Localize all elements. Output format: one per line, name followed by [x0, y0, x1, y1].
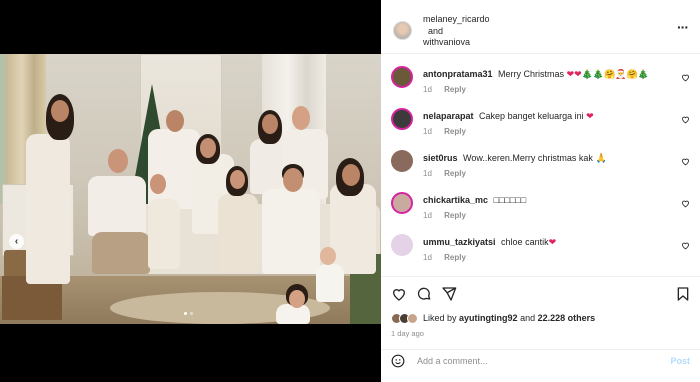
comment-body: □□□□□□ — [493, 195, 527, 205]
author-avatar[interactable] — [393, 21, 412, 40]
comment-body: Merry Christmas — [498, 69, 565, 79]
heart-icon[interactable] — [391, 286, 407, 302]
comment-meta: 1d Reply — [423, 169, 466, 178]
post-button[interactable]: Post — [670, 356, 690, 366]
commenter-avatar[interactable] — [391, 66, 413, 88]
heart-icon[interactable] — [681, 73, 690, 82]
comment-item: siet0rus Wow..keren.Merry christmas kak … — [381, 142, 700, 184]
add-comment-bar: Post — [381, 349, 700, 371]
paper-plane-icon[interactable] — [441, 286, 457, 302]
comment-age: 1d — [423, 127, 432, 136]
comment-age: 1d — [423, 85, 432, 94]
liker-username[interactable]: ayutingting92 — [459, 313, 518, 323]
reply-button[interactable]: Reply — [444, 169, 466, 178]
comment-item: antonpratama31 Merry Christmas ❤❤🎄🎄🤗🎅🤗🎄 … — [381, 58, 700, 100]
comment-meta: 1d Reply — [423, 253, 466, 262]
heart-icon[interactable] — [681, 241, 690, 250]
reply-button[interactable]: Reply — [444, 211, 466, 220]
commenter-avatar[interactable] — [391, 108, 413, 130]
carousel-dot-active — [184, 312, 187, 315]
comment-meta: 1d Reply — [423, 127, 466, 136]
post-photo[interactable]: ‹ — [0, 54, 381, 324]
comment-text: ummu_tazkiyatsi chloe cantik❤ — [423, 237, 673, 248]
coauthor-username[interactable]: withvaniova — [423, 37, 490, 49]
post-header: melaney_ricardo and withvaniova ··· — [381, 0, 700, 54]
commenter-username[interactable]: nelaparapat — [423, 111, 474, 121]
liker-avatar — [407, 312, 418, 324]
comment-input[interactable] — [417, 353, 647, 369]
comment-bubble-icon[interactable] — [416, 286, 432, 302]
post-time[interactable]: 1 day ago — [391, 329, 424, 338]
author-username[interactable]: melaney_ricardo — [423, 14, 490, 26]
comment-text: siet0rus Wow..keren.Merry christmas kak … — [423, 153, 673, 164]
author-joiner: and — [428, 25, 444, 36]
commenter-avatar[interactable] — [391, 192, 413, 214]
comment-body: Cakep banget keluarga ini — [479, 111, 584, 121]
reply-button[interactable]: Reply — [444, 127, 466, 136]
comment-emoji: 🙏 — [595, 153, 607, 163]
commenter-avatar[interactable] — [391, 150, 413, 172]
comment-age: 1d — [423, 253, 432, 262]
commenter-username[interactable]: siet0rus — [423, 153, 458, 163]
comment-item: nelaparapat Cakep banget keluarga ini ❤ … — [381, 100, 700, 142]
author-names: melaney_ricardo and withvaniova — [423, 14, 490, 49]
comment-item: chickartika_mc □□□□□□ 1d Reply — [381, 184, 700, 226]
commenter-username[interactable]: chickartika_mc — [423, 195, 488, 205]
carousel-prev-button[interactable]: ‹ — [9, 234, 24, 249]
comment-emoji: ❤ — [586, 111, 594, 121]
liked-by: Liked by ayutingting92 and 22.228 others — [391, 311, 595, 325]
comment-text: antonpratama31 Merry Christmas ❤❤🎄🎄🤗🎅🤗🎄 — [423, 69, 673, 80]
chevron-left-icon: ‹ — [14, 236, 19, 247]
liked-by-text: Liked by ayutingting92 and 22.228 others — [423, 313, 595, 323]
comment-text: nelaparapat Cakep banget keluarga ini ❤ — [423, 111, 673, 122]
comment-meta: 1d Reply — [423, 211, 466, 220]
comment-age: 1d — [423, 169, 432, 178]
post-media[interactable]: ‹ — [0, 0, 381, 382]
commenter-username[interactable]: ummu_tazkiyatsi — [423, 237, 496, 247]
liked-prefix: Liked by — [423, 313, 457, 323]
heart-icon[interactable] — [681, 115, 690, 124]
comment-meta: 1d Reply — [423, 85, 466, 94]
bookmark-icon[interactable] — [675, 286, 691, 302]
comment-body: chloe cantik — [501, 237, 549, 247]
post-sidebar: melaney_ricardo and withvaniova ··· anto… — [381, 0, 700, 382]
comment-item: ummu_tazkiyatsi chloe cantik❤ 1d Reply — [381, 226, 700, 268]
commenter-username[interactable]: antonpratama31 — [423, 69, 493, 79]
heart-icon[interactable] — [681, 199, 690, 208]
carousel-dot — [190, 312, 193, 315]
comment-emoji: ❤ — [548, 237, 557, 247]
commenter-avatar[interactable] — [391, 234, 413, 256]
carousel-indicator — [184, 312, 193, 315]
more-horizontal-icon[interactable]: ··· — [677, 20, 689, 34]
comment-text: chickartika_mc □□□□□□ — [423, 195, 673, 206]
comment-emoji: ❤❤🎄🎄🤗🎅🤗🎄 — [566, 69, 649, 79]
smiley-icon[interactable] — [391, 354, 405, 368]
comment-body: Wow..keren.Merry christmas kak — [463, 153, 593, 163]
liked-joiner: and — [520, 313, 536, 323]
heart-icon[interactable] — [681, 157, 690, 166]
post-actions: Liked by ayutingting92 and 22.228 others… — [381, 276, 700, 370]
comment-age: 1d — [423, 211, 432, 220]
reply-button[interactable]: Reply — [444, 85, 466, 94]
reply-button[interactable]: Reply — [444, 253, 466, 262]
likes-count[interactable]: 22.228 others — [538, 313, 596, 323]
